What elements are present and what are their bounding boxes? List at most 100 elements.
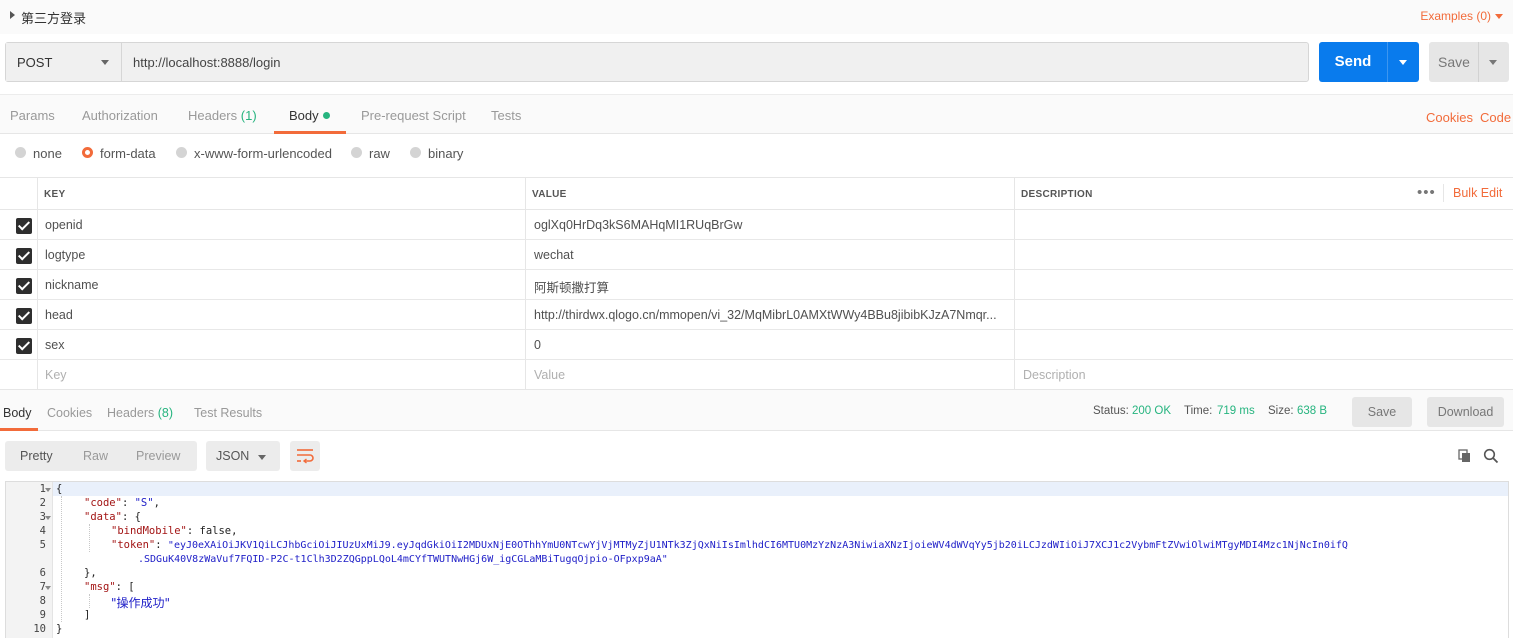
bulk-edit-link[interactable]: Bulk Edit (1453, 186, 1502, 200)
save-options-chevron-icon[interactable] (1489, 60, 1497, 65)
send-label: Send (1334, 53, 1372, 70)
radio-urlencoded[interactable] (176, 147, 187, 158)
tab-tests[interactable]: Tests (491, 108, 521, 123)
response-headers-count: (8) (157, 406, 174, 420)
body-indicator-dot (322, 112, 330, 119)
tab-body[interactable]: Body (289, 108, 330, 123)
param-value[interactable]: wechat (534, 248, 1006, 262)
param-key[interactable]: sex (45, 338, 515, 352)
header-separator (1443, 184, 1444, 202)
format-label: JSON (216, 449, 250, 463)
code-line-9: ] (84, 609, 91, 621)
fold-arrow-icon[interactable] (45, 586, 51, 590)
line-number: 10 (33, 623, 46, 635)
send-options-chevron-icon[interactable] (1399, 60, 1407, 65)
radio-raw[interactable] (351, 147, 362, 158)
new-key-input[interactable]: Key (45, 368, 515, 382)
code-line-4: "bindMobile": false, (111, 525, 238, 537)
tab-prerequest-script[interactable]: Pre-request Script (361, 108, 466, 123)
download-response-button[interactable]: Download (1427, 397, 1504, 427)
radio-binary[interactable] (410, 147, 421, 158)
radio-raw-label[interactable]: raw (369, 146, 390, 161)
row-checkbox[interactable] (16, 308, 32, 324)
examples-dropdown[interactable]: Examples (0) (1420, 9, 1491, 23)
response-body-editor[interactable]: 1 2 3 4 5 6 7 8 9 10 { "code": "S", "dat… (5, 481, 1509, 638)
radio-binary-label[interactable]: binary (428, 146, 463, 161)
indent-guide (61, 496, 62, 622)
param-key[interactable]: head (45, 308, 515, 322)
response-tab-test-results[interactable]: Test Results (194, 406, 262, 420)
indent-guide (89, 594, 90, 608)
row-divider (0, 269, 1513, 270)
row-checkbox[interactable] (16, 278, 32, 294)
indent-guide (89, 524, 90, 552)
save-response-button[interactable]: Save (1352, 397, 1412, 427)
caret-right-icon[interactable] (10, 11, 15, 19)
fold-arrow-icon[interactable] (45, 516, 51, 520)
headers-count: (1) (240, 108, 257, 123)
chevron-down-icon[interactable] (1495, 14, 1503, 19)
param-value[interactable]: http://thirdwx.qlogo.cn/mmopen/vi_32/MqM… (534, 308, 1006, 322)
tab-authorization[interactable]: Authorization (82, 108, 158, 123)
view-pretty[interactable]: Pretty (20, 449, 53, 463)
line-number-gutter: 1 2 3 4 5 6 7 8 9 10 (6, 482, 53, 638)
active-line-highlight (6, 482, 1508, 496)
radio-form-data[interactable] (82, 147, 93, 158)
response-tab-cookies[interactable]: Cookies (47, 406, 92, 420)
param-value[interactable]: oglXq0HrDq3kS6MAHqMI1RUqBrGw (534, 218, 1006, 232)
cookies-link[interactable]: Cookies (1426, 110, 1473, 125)
time-value[interactable]: 719 ms (1217, 405, 1255, 417)
code-link[interactable]: Code (1480, 110, 1511, 125)
format-select[interactable]: JSON (206, 441, 280, 471)
size-value[interactable]: 638 B (1297, 405, 1327, 417)
save-button[interactable]: Save (1429, 42, 1509, 82)
new-description-input[interactable]: Description (1023, 368, 1503, 382)
new-value-input[interactable]: Value (534, 368, 1006, 382)
tab-headers[interactable]: Headers (1) (188, 108, 257, 123)
status-value[interactable]: 200 OK (1132, 405, 1171, 417)
response-tab-headers[interactable]: Headers (8) (107, 406, 173, 420)
code-line-3: "data": { (84, 511, 141, 523)
radio-none[interactable] (15, 147, 26, 158)
fold-arrow-icon[interactable] (45, 488, 51, 492)
send-button[interactable]: Send (1319, 42, 1419, 82)
view-preview[interactable]: Preview (136, 449, 180, 463)
param-key[interactable]: logtype (45, 248, 515, 262)
row-checkbox[interactable] (16, 338, 32, 354)
size-label: Size: (1268, 405, 1294, 417)
radio-form-data-label[interactable]: form-data (100, 146, 156, 161)
copy-icon[interactable] (1458, 449, 1472, 463)
code-line-10: } (56, 623, 63, 635)
param-value[interactable]: 0 (534, 338, 1006, 352)
method-select[interactable]: POST (6, 43, 122, 81)
line-number: 9 (39, 609, 46, 621)
search-icon[interactable] (1483, 448, 1499, 464)
tab-body-label: Body (289, 108, 319, 123)
response-tab-body[interactable]: Body (3, 406, 32, 420)
row-divider (0, 329, 1513, 330)
param-key[interactable]: nickname (45, 278, 515, 292)
line-number: 7 (39, 581, 46, 593)
url-input[interactable] (123, 43, 1307, 81)
radio-urlencoded-label[interactable]: x-www-form-urlencoded (194, 146, 332, 161)
view-mode-group: Pretty Raw Preview (5, 441, 197, 471)
wrap-lines-button[interactable] (290, 441, 320, 471)
row-checkbox[interactable] (16, 218, 32, 234)
line-number: 6 (39, 567, 46, 579)
row-checkbox[interactable] (16, 248, 32, 264)
column-header-key: KEY (44, 189, 66, 200)
radio-none-label[interactable]: none (33, 146, 62, 161)
more-options-icon[interactable]: ••• (1417, 184, 1436, 201)
line-number: 8 (39, 595, 46, 607)
request-name[interactable]: 第三方登录 (21, 8, 86, 27)
line-number: 3 (39, 511, 46, 523)
tab-params[interactable]: Params (10, 108, 55, 123)
request-tabs: Params Authorization Headers (1) Body Pr… (0, 94, 1513, 134)
param-key[interactable]: openid (45, 218, 515, 232)
view-raw[interactable]: Raw (83, 449, 108, 463)
tab-headers-label: Headers (188, 108, 238, 123)
param-value[interactable]: 阿斯顿撒打算 (534, 277, 1006, 296)
form-data-table: KEY VALUE DESCRIPTION ••• Bulk Edit open… (0, 177, 1513, 389)
code-line-5: "token": "eyJ0eXAiOiJKV1QiLCJhbGciOiJIUz… (111, 539, 1348, 551)
method-label: POST (17, 55, 53, 70)
